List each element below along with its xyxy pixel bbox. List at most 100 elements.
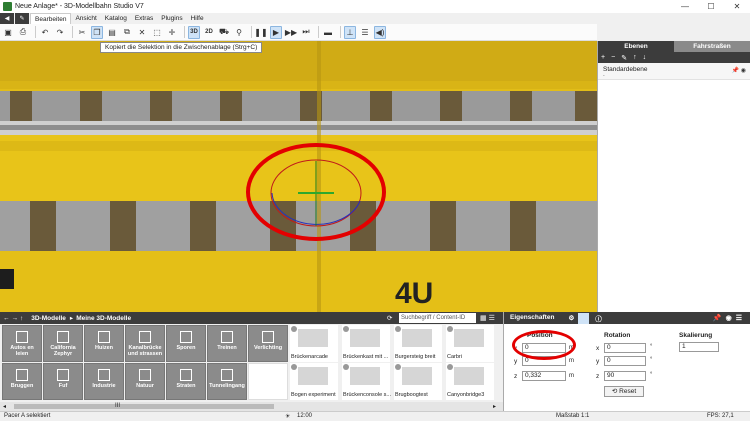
camera-icon[interactable]: ⚲ <box>233 26 245 39</box>
print-icon[interactable]: ⎙ <box>17 26 29 39</box>
category-tile[interactable]: Straten <box>166 363 206 400</box>
add-layer-icon[interactable]: + <box>601 54 605 61</box>
close-button[interactable]: ✕ <box>724 0 750 13</box>
grid-icon[interactable]: ☰ <box>359 26 371 39</box>
paste-icon[interactable]: ▤ <box>106 26 118 39</box>
category-tile[interactable]: Industrie <box>84 363 124 400</box>
view-3d-button[interactable]: 3D <box>188 25 200 39</box>
grid-view-icon[interactable]: ▦ <box>480 315 487 322</box>
move-down-icon[interactable]: ↓ <box>643 54 647 61</box>
category-tile[interactable]: California Zephyr <box>43 325 83 362</box>
pin-icon[interactable]: 📌 <box>732 68 739 74</box>
visibility-icon[interactable]: ◉ <box>726 315 736 322</box>
menu-extras[interactable]: Extras <box>131 13 157 24</box>
delete-icon[interactable]: ✕ <box>136 26 148 39</box>
category-tile[interactable]: Kanalbrücke und strassen <box>125 325 165 362</box>
sun-icon: ☀ <box>285 414 291 420</box>
remove-layer-icon[interactable]: − <box>611 54 615 61</box>
category-tile[interactable]: Natuur <box>125 363 165 400</box>
quick-access-icon[interactable]: ◀ <box>0 13 14 24</box>
properties-toggle-icon[interactable] <box>578 312 590 324</box>
save-icon[interactable]: ▣ <box>2 26 14 39</box>
info-icon[interactable]: ⓘ <box>595 313 602 323</box>
category-tile[interactable]: Tunnelingang <box>207 363 247 400</box>
category-tile[interactable] <box>248 363 288 400</box>
3d-viewport[interactable]: 4U <box>0 41 597 312</box>
scroll-thumb[interactable] <box>14 404 274 409</box>
model-tile[interactable]: Burgersteig breit <box>394 325 442 362</box>
nav-arrows-icon[interactable]: ←→↑ <box>3 315 25 322</box>
scene-render: 4U <box>0 41 597 312</box>
model-tile[interactable]: Brugboogtest <box>394 363 442 400</box>
undo-icon[interactable]: ↶ <box>39 26 51 39</box>
title-bar: Neue Anlage* - 3D-Modellbahn Studio V7 —… <box>0 0 750 13</box>
position-z-field[interactable]: 0,332 <box>522 371 566 381</box>
props-menu-icon[interactable]: ☰ <box>736 315 746 322</box>
menu-hilfe[interactable]: Hilfe <box>187 13 208 24</box>
faster-forward-icon[interactable]: ⏭ <box>300 26 312 39</box>
tab-ebenen[interactable]: Ebenen <box>598 41 674 52</box>
layer-row[interactable]: Standardebene - 📌 ◉ <box>598 63 750 80</box>
rotation-x-field[interactable]: 0 <box>604 343 646 353</box>
align-icon[interactable]: ⊥ <box>344 25 356 39</box>
duplicate-icon[interactable]: ⧉ <box>121 26 133 39</box>
menu-ansicht[interactable]: Ansicht <box>71 13 100 24</box>
cut-icon[interactable]: ✂ <box>76 26 88 39</box>
redo-icon[interactable]: ↷ <box>54 26 66 39</box>
menu-plugins[interactable]: Plugins <box>157 13 186 24</box>
menu-bar: ◀ ✎ Bearbeiten Ansicht Katalog Extras Pl… <box>0 13 750 24</box>
category-tile[interactable]: Treinen <box>207 325 247 362</box>
play-icon[interactable]: ▶ <box>270 25 282 39</box>
rot-y-unit: ° <box>650 357 653 363</box>
eye-icon[interactable]: ◉ <box>741 68 746 74</box>
model-tile[interactable]: Canyonbridge3 <box>446 363 494 400</box>
settings-icon[interactable]: ⚙ <box>568 314 574 322</box>
category-tile[interactable]: Bruggen <box>2 363 42 400</box>
catalog-menu-icon[interactable]: ☰ <box>489 315 495 322</box>
refresh-icon[interactable]: ⟳ <box>387 314 392 322</box>
scroll-right-icon[interactable]: ▸ <box>493 403 496 410</box>
fast-forward-icon[interactable]: ▶▶ <box>285 26 297 39</box>
category-tile[interactable]: Fuf <box>43 363 83 400</box>
edit-layer-icon[interactable]: ✎ <box>621 54 627 62</box>
model-tile[interactable]: Brückenconsole s... <box>342 363 391 400</box>
move-icon[interactable]: ✛ <box>166 26 178 39</box>
breadcrumb-current[interactable]: Meine 3D-Modelle <box>76 315 131 322</box>
rotation-y-field[interactable]: 0 <box>604 356 646 366</box>
catalog-scrollbar[interactable]: ◂ III ▸ <box>0 402 503 411</box>
rot-z-axis-label: z <box>596 373 600 380</box>
model-tile[interactable]: Brückenarcade <box>290 325 338 362</box>
model-tile[interactable]: Bogen experiment <box>290 363 338 400</box>
menu-katalog[interactable]: Katalog <box>101 13 131 24</box>
reset-button[interactable]: ⟲ Reset <box>604 386 644 397</box>
pin-props-icon[interactable]: 📌 <box>713 315 726 322</box>
catalog-panel: ←→↑ 3D-Modelle ▸ Meine 3D-Modelle ⟳ Such… <box>0 312 503 411</box>
tab-fahrstrassen[interactable]: Fahrstraßen <box>674 41 750 52</box>
catalog-search-input[interactable]: Suchbegriff / Content-ID <box>399 313 476 323</box>
scroll-left-icon[interactable]: ◂ <box>3 403 6 410</box>
category-tile[interactable]: Sporen <box>166 325 206 362</box>
pos-y-axis-label: y <box>514 358 518 365</box>
model-tile[interactable]: Carbri <box>446 325 494 362</box>
sound-icon[interactable]: ◀) <box>374 25 386 39</box>
scale-field[interactable]: 1 <box>679 342 719 352</box>
menu-bearbeiten[interactable]: Bearbeiten <box>30 13 72 24</box>
model-tile[interactable]: Brückenkast mit ... <box>342 325 390 362</box>
pause-icon[interactable]: ❚❚ <box>254 26 267 39</box>
view-2d-button[interactable]: 2D <box>203 26 215 39</box>
category-tile[interactable]: Huizen <box>84 325 124 362</box>
fps-display: FPS: 27,1 <box>707 413 734 419</box>
category-tile[interactable]: Verlichting <box>248 325 288 362</box>
minimize-button[interactable]: — <box>672 0 698 13</box>
rotation-z-field[interactable]: 90 <box>604 371 646 381</box>
minus-icon[interactable]: ▬ <box>322 26 334 39</box>
category-tile[interactable]: Autos en leien <box>2 325 42 362</box>
select-all-icon[interactable]: ⬚ <box>151 26 163 39</box>
train-view-icon[interactable]: ⛟ <box>218 26 230 39</box>
copy-icon[interactable]: ❐ <box>91 25 103 39</box>
move-up-icon[interactable]: ↑ <box>633 54 637 61</box>
pencil-icon[interactable]: ✎ <box>15 13 29 24</box>
breadcrumb-root[interactable]: 3D-Modelle <box>31 315 66 322</box>
maximize-button[interactable]: ☐ <box>698 0 724 13</box>
tab-eigenschaften[interactable]: Eigenschaften <box>504 312 560 324</box>
